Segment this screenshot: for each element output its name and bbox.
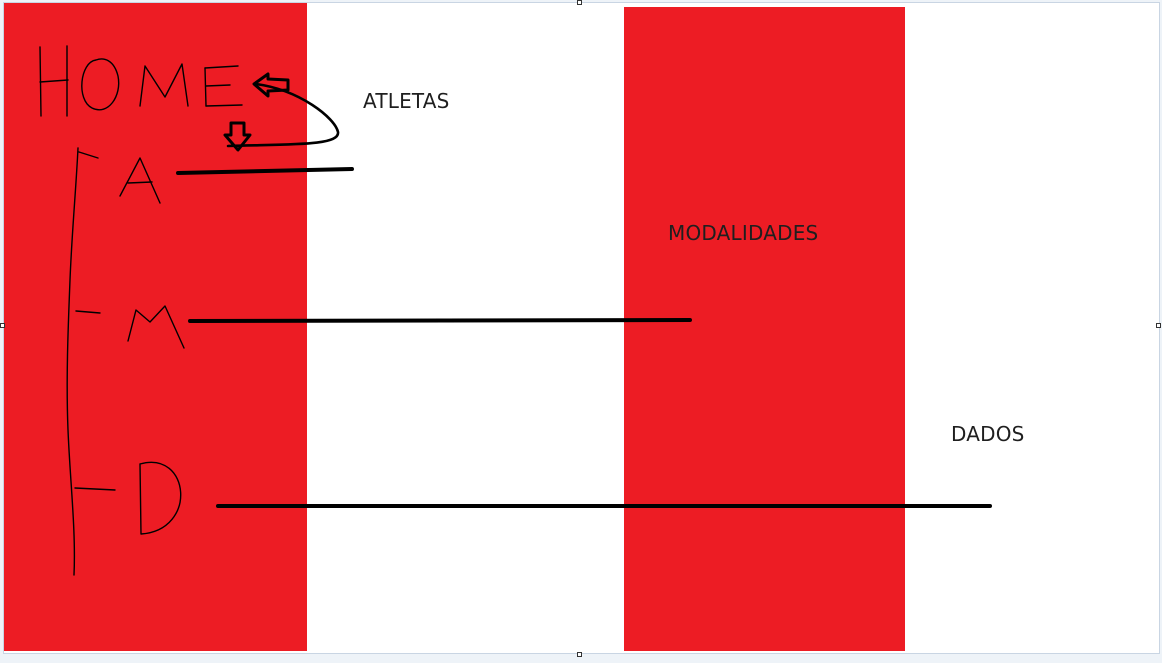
paint-canvas-area[interactable]: ATLETAS MODALIDADES DADOS [0,0,1162,663]
red-band-left [4,3,307,651]
label-modalidades: MODALIDADES [668,221,819,245]
red-band-middle [624,7,905,651]
resize-handle-left[interactable] [0,323,5,328]
label-dados: DADOS [951,422,1025,446]
label-atletas: ATLETAS [363,89,450,113]
resize-handle-bottom[interactable] [577,652,582,657]
resize-handle-right[interactable] [1156,323,1161,328]
resize-handle-top[interactable] [577,0,582,5]
